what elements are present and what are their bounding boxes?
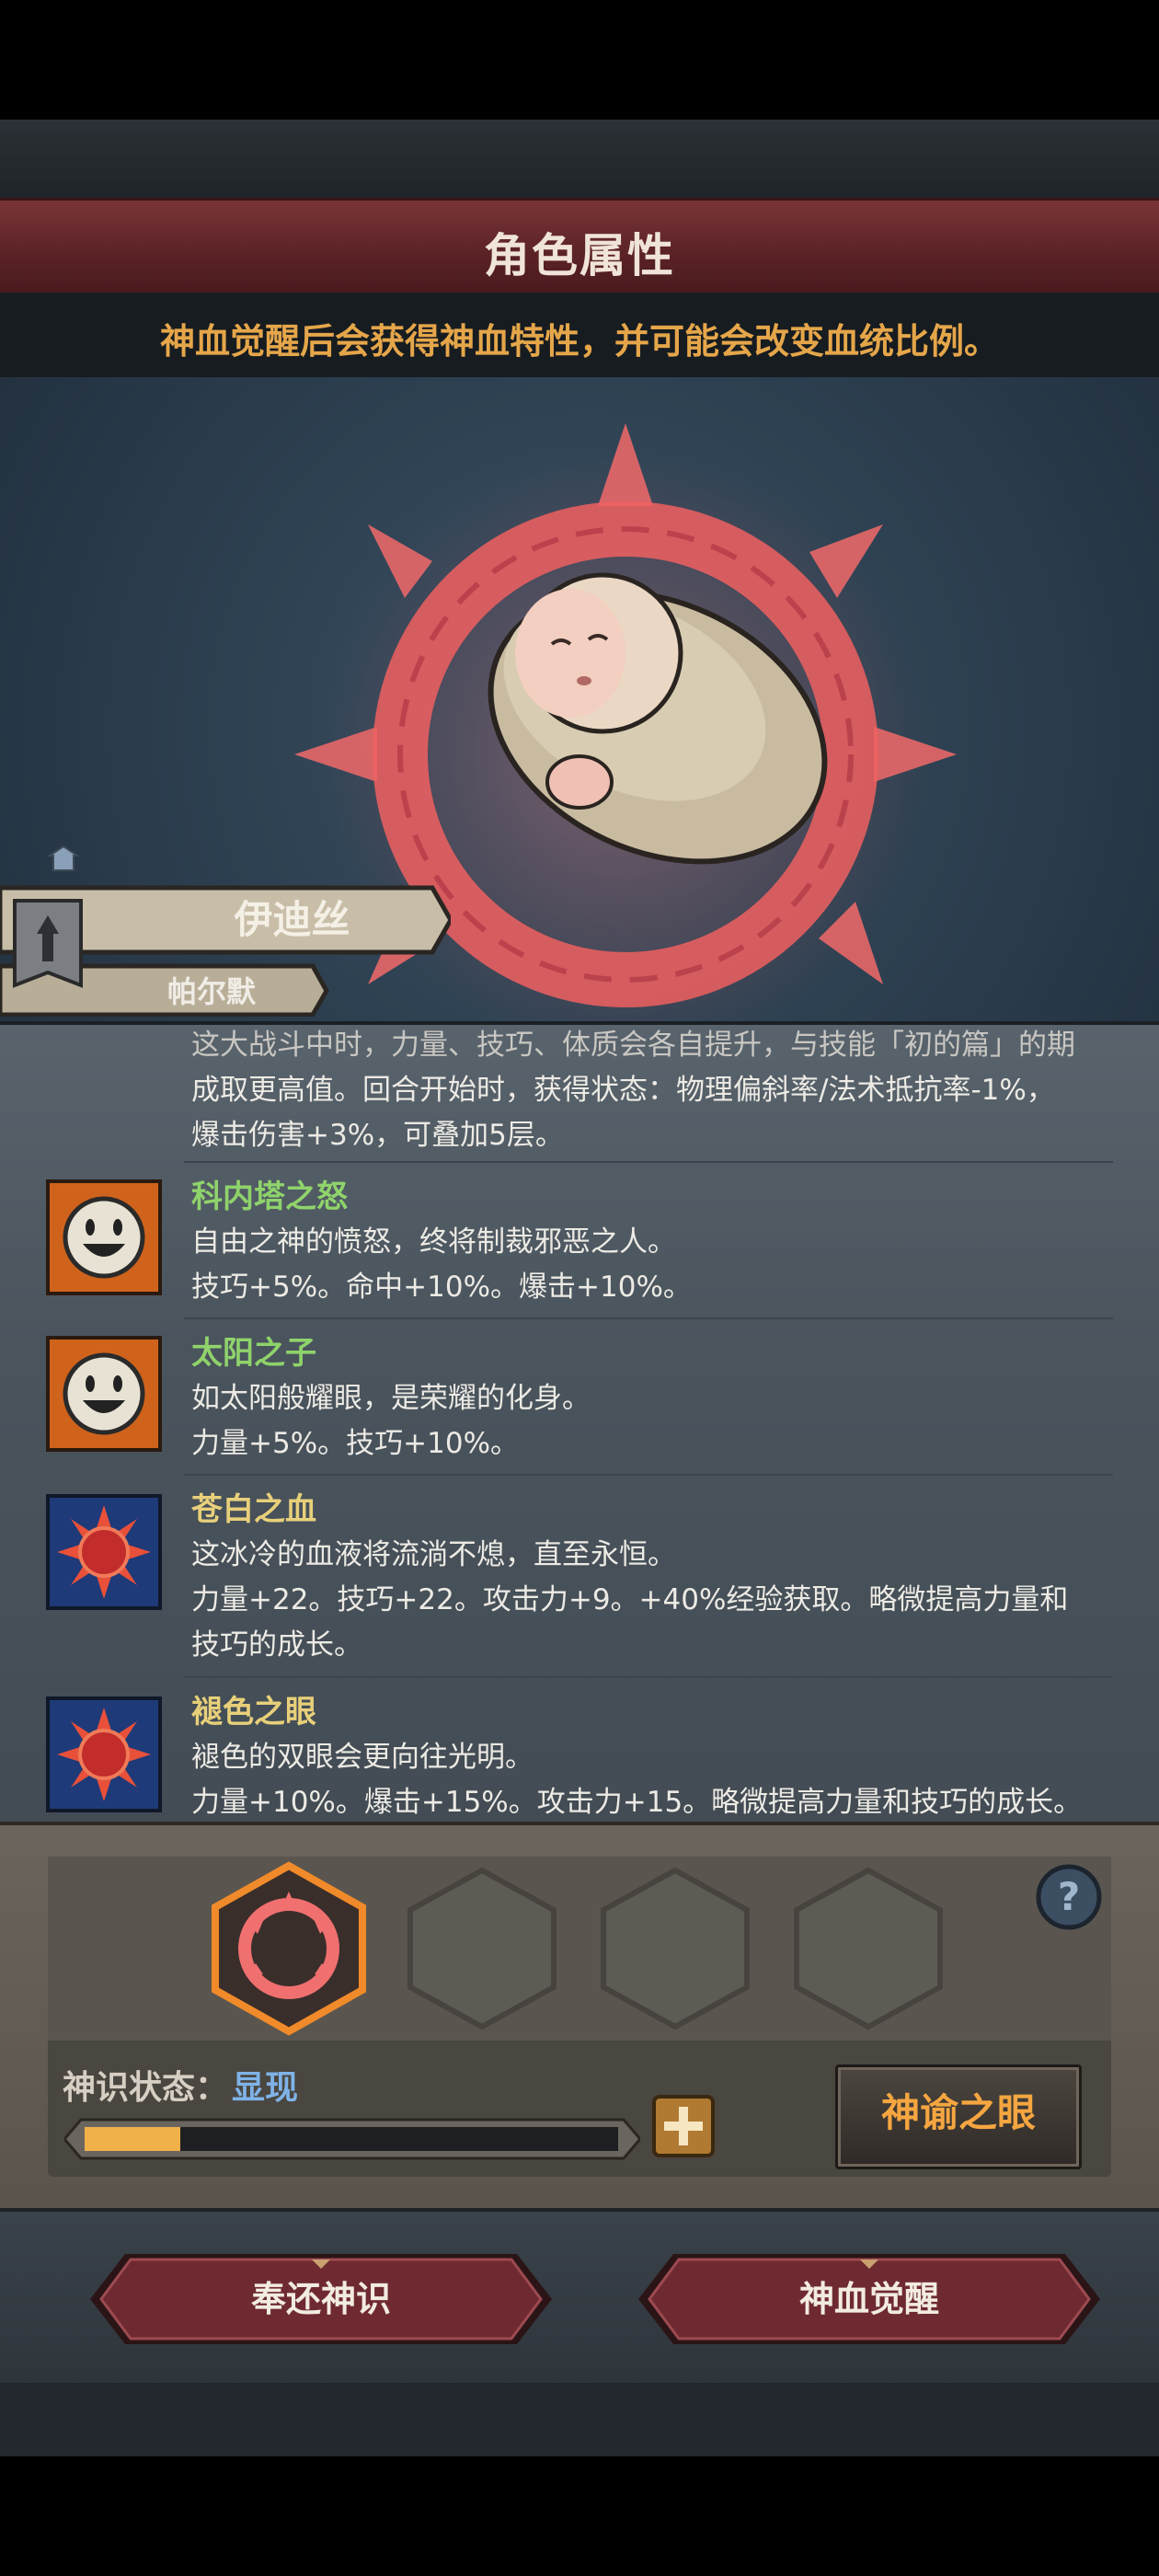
trait-effect: 技巧+5%。命中+10%。爆击+10%。 — [191, 1271, 692, 1304]
active-slot[interactable] — [212, 1861, 366, 2036]
divider — [184, 1474, 1113, 1476]
divine-status-value: 显现 — [232, 2069, 299, 2107]
progress-fill — [85, 2127, 180, 2151]
trait-desc: 这冰冷的血液将流淌不熄，直至永恒。 — [191, 1538, 676, 1571]
hint-bar: 神血觉醒后会获得神血特性，并可能会改变血统比例。 — [0, 293, 1159, 377]
empty-slot[interactable] — [794, 1867, 943, 2030]
page-title: 角色属性 — [484, 229, 675, 282]
family-crest-icon — [13, 899, 83, 988]
oracle-eye-button[interactable]: 神谕之眼 — [835, 2064, 1082, 2169]
empty-slot[interactable] — [601, 1867, 750, 2030]
trait-item: 苍白之血 这冰冷的血液将流淌不熄，直至永恒。 力量+22。技巧+22。攻击力+9… — [191, 1487, 1068, 1668]
trait-item: 褪色之眼 褪色的双眼会更向往光明。 力量+10%。爆击+15%。攻击力+15。略… — [191, 1689, 1082, 1825]
trait-partial-line: 爆击伤害+3%，可叠加5层。 — [191, 1119, 564, 1152]
hint-text: 神血觉醒后会获得神血特性，并可能会改变血统比例。 — [159, 321, 999, 362]
smiley-face-icon — [46, 1336, 162, 1452]
character-name: 伊迪丝 — [234, 897, 350, 942]
trait-item: 太阳之子 如太阳般耀眼，是荣耀的化身。 力量+5%。技巧+10%。 — [191, 1330, 591, 1466]
divine-blood-awaken-label: 神血觉醒 — [798, 2279, 939, 2319]
add-button[interactable] — [651, 2094, 716, 2158]
trait-effect: 技巧的成长。 — [191, 1628, 362, 1662]
bottom-base — [0, 2383, 1159, 2456]
oracle-eye-label: 神谕之眼 — [880, 2090, 1036, 2135]
trait-name: 苍白之血 — [191, 1491, 316, 1528]
trait-effect: 力量+10%。爆击+15%。攻击力+15。略微提高力量和技巧的成长。 — [191, 1786, 1083, 1819]
house-icon — [48, 845, 79, 871]
red-sun-icon — [46, 1696, 162, 1812]
trait-name: 太阳之子 — [191, 1335, 316, 1372]
trait-item: 科内塔之怒 自由之神的愤怒，终将制裁邪恶之人。 技巧+5%。命中+10%。爆击+… — [191, 1174, 692, 1310]
trait-partial-line: 这大战斗中时，力量、技巧、体质会各自提升，与技能「初的篇」的期 — [191, 1029, 1075, 1062]
divine-progress-bar — [64, 2118, 640, 2160]
divider — [184, 1161, 1113, 1163]
smiley-face-icon — [46, 1179, 162, 1295]
trait-list[interactable]: 这大战斗中时，力量、技巧、体质会各自提升，与技能「初的篇」的期 成取更高值。回合… — [0, 1021, 1159, 1825]
trait-desc: 褪色的双眼会更向往光明。 — [191, 1741, 534, 1774]
return-divine-label: 奉还神识 — [250, 2279, 391, 2319]
divider — [184, 1676, 1113, 1678]
trait-name: 科内塔之怒 — [191, 1179, 348, 1215]
divine-blood-awaken-button[interactable]: 神血觉醒 — [638, 2254, 1100, 2344]
trait-partial-line: 成取更高值。回合开始时，获得状态：物理偏斜率/法术抵抗率-1%， — [191, 1074, 1055, 1107]
return-divine-button[interactable]: 奉还神识 — [90, 2254, 552, 2344]
trait-desc: 自由之神的愤怒，终将制裁邪恶之人。 — [191, 1225, 676, 1259]
family-name: 帕尔默 — [166, 974, 256, 1009]
trait-effect: 力量+5%。技巧+10%。 — [191, 1427, 520, 1460]
divider — [184, 1317, 1113, 1319]
red-sun-icon — [46, 1494, 162, 1610]
help-icon[interactable]: ? — [1034, 1862, 1104, 1932]
empty-slot[interactable] — [407, 1867, 557, 2030]
trait-partial-text: 这大战斗中时，力量、技巧、体质会各自提升，与技能「初的篇」的期 成取更高值。回合… — [191, 1025, 1075, 1158]
trait-name: 褪色之眼 — [191, 1694, 316, 1731]
top-band — [0, 120, 1159, 198]
divine-status-label: 神识状态： — [63, 2069, 229, 2107]
trait-effect: 力量+22。技巧+22。攻击力+9。+40%经验获取。略微提高力量和 — [191, 1583, 1069, 1616]
trait-desc: 如太阳般耀眼，是荣耀的化身。 — [191, 1382, 591, 1415]
slot-hexagons — [212, 1861, 943, 2036]
svg-text:?: ? — [1058, 1874, 1080, 1919]
title-bar: 角色属性 — [0, 198, 1159, 295]
